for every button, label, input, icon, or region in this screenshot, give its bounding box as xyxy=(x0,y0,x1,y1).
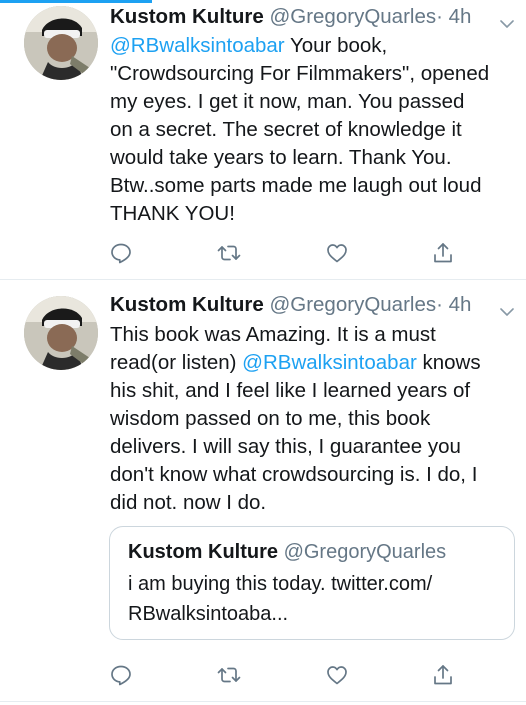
share-icon xyxy=(434,665,452,685)
like-icon xyxy=(327,666,347,685)
mention-link[interactable]: @RBwalksintoabar xyxy=(110,34,285,57)
tweet-time[interactable]: 4h xyxy=(449,5,472,28)
avatar-photo xyxy=(24,6,98,80)
reply-button[interactable] xyxy=(106,660,136,690)
separator-dot: · xyxy=(436,5,443,28)
author-display-name[interactable]: Kustom Kulture xyxy=(110,293,264,316)
retweet-icon xyxy=(217,245,241,261)
reply-icon xyxy=(111,243,131,264)
share-button[interactable] xyxy=(428,660,458,690)
tweet[interactable]: Kustom Kulture @GregoryQuarles· 4h @RBwa… xyxy=(0,0,526,279)
quoted-author-display-name: Kustom Kulture xyxy=(128,541,278,563)
tweet-text: This book was Amazing. It is a must read… xyxy=(110,321,520,517)
retweet-button[interactable] xyxy=(214,660,244,690)
tweet-text-segment: knows his shit, and I feel like I learne… xyxy=(110,351,481,514)
chevron-down-icon[interactable] xyxy=(498,298,516,316)
separator-dot: · xyxy=(436,293,443,316)
retweet-icon xyxy=(217,667,241,683)
like-button[interactable] xyxy=(322,660,352,690)
quoted-tweet-header: Kustom Kulture @GregoryQuarles xyxy=(128,538,446,566)
tweet-text-segment: Your book, "Crowdsourcing For Filmmakers… xyxy=(110,34,490,225)
tweet-header: Kustom Kulture @GregoryQuarles· 4h xyxy=(110,290,516,320)
chevron-down-icon[interactable] xyxy=(498,10,516,28)
reply-icon xyxy=(111,665,131,686)
quoted-author-handle: @GregoryQuarles xyxy=(283,541,447,563)
quoted-tweet-card[interactable]: Kustom Kulture @GregoryQuarles i am buyi… xyxy=(109,526,515,640)
quoted-tweet-text: i am buying this today. twitter.com/ RBw… xyxy=(128,573,433,625)
tweet[interactable]: Kustom Kulture @GregoryQuarles· 4h This … xyxy=(0,280,526,704)
share-icon xyxy=(434,243,452,263)
tweet-actions xyxy=(106,238,466,268)
avatar[interactable] xyxy=(24,296,98,370)
avatar[interactable] xyxy=(24,6,98,80)
author-handle[interactable]: @GregoryQuarles xyxy=(269,5,436,28)
author-handle[interactable]: @GregoryQuarles xyxy=(269,293,436,316)
tweet-divider xyxy=(0,701,526,702)
tweet-actions xyxy=(106,660,466,690)
reply-button[interactable] xyxy=(106,238,136,268)
like-icon xyxy=(327,244,347,263)
retweet-button[interactable] xyxy=(214,238,244,268)
author-display-name[interactable]: Kustom Kulture xyxy=(110,5,264,28)
tweet-time[interactable]: 4h xyxy=(449,293,472,316)
tweet-text: @RBwalksintoabar Your book, "Crowdsourci… xyxy=(110,32,520,228)
avatar-photo xyxy=(24,296,98,370)
tweet-header: Kustom Kulture @GregoryQuarles· 4h xyxy=(110,2,516,32)
mention-link[interactable]: @RBwalksintoabar xyxy=(242,351,417,374)
share-button[interactable] xyxy=(428,238,458,268)
like-button[interactable] xyxy=(322,238,352,268)
